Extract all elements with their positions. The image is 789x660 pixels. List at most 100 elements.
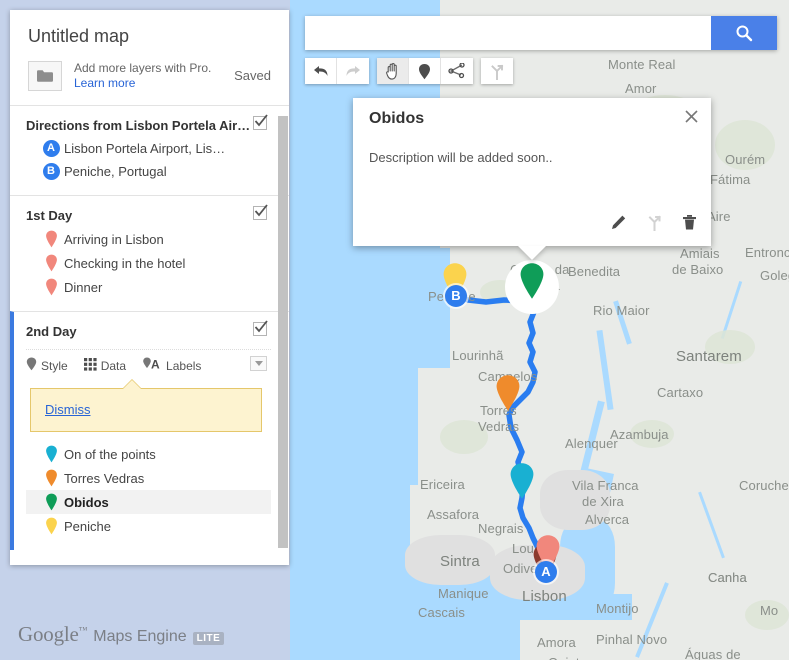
tab-data[interactable]: Data bbox=[83, 357, 127, 374]
feature-label: Torres Vedras bbox=[64, 470, 145, 486]
pin-icon bbox=[45, 230, 57, 248]
map-label: Quinta bbox=[548, 655, 587, 660]
search-input[interactable] bbox=[305, 16, 711, 50]
layer-directions-from-lisbon-portela-air[interactable]: Directions from Lisbon Portela Air… A Lisb… bbox=[10, 105, 289, 195]
layer-visibility-checkbox[interactable] bbox=[253, 114, 268, 130]
waypoint-a[interactable]: A bbox=[535, 561, 557, 583]
feature-item[interactable]: Peniche bbox=[26, 514, 271, 538]
undo-button[interactable] bbox=[305, 58, 337, 84]
pin-icon bbox=[26, 357, 37, 374]
layer-1st-day[interactable]: 1st Day Arriving in Lisbon Checking in the… bbox=[10, 195, 289, 311]
grid-icon bbox=[83, 357, 97, 371]
close-x-icon bbox=[684, 109, 698, 123]
close-icon[interactable] bbox=[679, 104, 703, 128]
directions-button[interactable] bbox=[647, 214, 662, 236]
pin-icon bbox=[38, 254, 64, 272]
directions-fork-icon bbox=[491, 64, 504, 80]
layer-options-button[interactable] bbox=[250, 356, 267, 371]
map-label: Manique bbox=[438, 586, 489, 601]
info-window-actions[interactable] bbox=[610, 214, 697, 236]
redo-button[interactable] bbox=[337, 58, 369, 84]
pin-icon bbox=[38, 493, 64, 511]
map-label: de Xira bbox=[582, 494, 624, 509]
info-window[interactable]: Obidos Description will be added soon.. bbox=[353, 98, 711, 260]
feature-item[interactable]: A Lisbon Portela Airport, Lis… bbox=[26, 137, 271, 160]
map-label: Lisbon bbox=[522, 588, 567, 605]
feature-label: Lisbon Portela Airport, Lis… bbox=[64, 141, 226, 156]
tab-style[interactable]: Style bbox=[26, 357, 68, 374]
feature-label: On of the points bbox=[64, 446, 156, 462]
pin-icon bbox=[38, 230, 64, 248]
search-button[interactable] bbox=[711, 16, 777, 50]
layer-tabs[interactable]: Style Data A Labels bbox=[26, 349, 271, 374]
layer-2nd-day[interactable]: 2nd Day Style Data A Labels Dismiss On of the … bbox=[10, 311, 289, 550]
pan-tool-button[interactable] bbox=[377, 58, 409, 84]
map-toolbar[interactable] bbox=[305, 58, 513, 84]
feature-label: Peniche, Portugal bbox=[64, 164, 167, 179]
map-label: Rio Maior bbox=[593, 303, 650, 318]
map-label: Azambuja bbox=[610, 427, 669, 442]
add-layer-folder-button[interactable] bbox=[28, 61, 62, 91]
layer-title[interactable]: 1st Day bbox=[26, 208, 271, 227]
checkmark-icon bbox=[254, 114, 268, 127]
layer-title[interactable]: 2nd Day bbox=[26, 324, 271, 343]
draw-line-button[interactable] bbox=[441, 58, 473, 84]
feature-label: Arriving in Lisbon bbox=[64, 231, 164, 247]
feature-item[interactable]: Obidos bbox=[26, 490, 271, 514]
obidos-marker[interactable] bbox=[519, 262, 545, 300]
torres-vedras-marker[interactable] bbox=[495, 374, 521, 412]
map-label: Monte Real bbox=[608, 57, 676, 72]
layer-visibility-checkbox[interactable] bbox=[253, 320, 268, 336]
feature-item[interactable]: Torres Vedras bbox=[26, 466, 271, 490]
pin-icon bbox=[38, 445, 64, 463]
feature-item[interactable]: B Peniche, Portugal bbox=[26, 160, 271, 183]
feature-label: Obidos bbox=[64, 494, 109, 510]
undo-redo-group[interactable] bbox=[305, 58, 369, 84]
feature-item[interactable]: Dinner bbox=[26, 275, 271, 299]
pin-icon bbox=[520, 263, 544, 299]
waypoint-letter: B bbox=[42, 163, 60, 180]
add-marker-button[interactable] bbox=[409, 58, 441, 84]
one-of-the-points-marker[interactable] bbox=[509, 462, 535, 500]
edit-button[interactable] bbox=[610, 214, 627, 236]
map-label: Coruche bbox=[739, 478, 789, 493]
waypoint-letter: A bbox=[42, 140, 60, 157]
directions-group[interactable] bbox=[481, 58, 513, 84]
map-label: Canha bbox=[708, 570, 747, 585]
info-window-tail bbox=[518, 246, 546, 260]
pin-icon bbox=[26, 357, 37, 371]
directions-button[interactable] bbox=[481, 58, 513, 84]
tab-label: Data bbox=[100, 358, 127, 373]
dismiss-link[interactable]: Dismiss bbox=[45, 402, 91, 417]
delete-button[interactable] bbox=[682, 214, 697, 236]
feature-item[interactable]: On of the points bbox=[26, 442, 271, 466]
map-title[interactable]: Untitled map bbox=[28, 26, 271, 47]
feature-item[interactable]: Checking in the hotel bbox=[26, 251, 271, 275]
map-label: Alenquer bbox=[565, 436, 618, 451]
data-tab-tooltip[interactable]: Dismiss bbox=[30, 379, 262, 432]
google-logo: Google™ bbox=[18, 622, 88, 646]
feature-item[interactable]: Arriving in Lisbon bbox=[26, 227, 271, 251]
chevron-down-icon bbox=[254, 361, 263, 366]
layers-list[interactable]: Directions from Lisbon Portela Air… A Lisb… bbox=[10, 105, 289, 550]
lite-badge: LITE bbox=[192, 632, 225, 645]
layer-title[interactable]: Directions from Lisbon Portela Air… bbox=[26, 118, 271, 137]
map-label: Vedras bbox=[478, 419, 520, 434]
panel-scrollbar[interactable] bbox=[278, 116, 288, 548]
map-label: Ourém bbox=[725, 152, 766, 167]
layer-visibility-checkbox[interactable] bbox=[253, 204, 268, 220]
learn-more-link[interactable]: Learn more bbox=[74, 76, 228, 91]
search-bar[interactable] bbox=[305, 16, 777, 50]
draw-tools-group[interactable] bbox=[377, 58, 473, 84]
pin-icon bbox=[496, 375, 520, 411]
layers-panel[interactable]: Untitled map Add more layers with Pro. L… bbox=[10, 10, 289, 565]
map-label: Cascais bbox=[418, 605, 465, 620]
panel-scrollbar-thumb[interactable] bbox=[278, 116, 288, 548]
waypoint-b[interactable]: B bbox=[445, 285, 467, 307]
product-name: Maps Engine bbox=[93, 628, 187, 645]
polyline-icon bbox=[448, 63, 465, 79]
map-label: Pinhal Novo bbox=[596, 632, 668, 647]
map-label: Goleg bbox=[760, 268, 789, 283]
map-label: Negrais bbox=[478, 521, 524, 536]
tab-labels[interactable]: A Labels bbox=[142, 357, 201, 374]
